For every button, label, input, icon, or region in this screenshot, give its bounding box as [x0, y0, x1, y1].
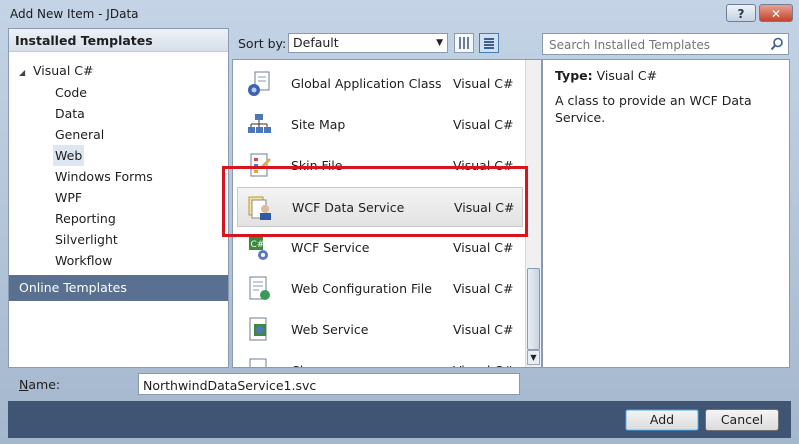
template-type: Visual C#	[453, 351, 514, 367]
tree-item-data[interactable]: Data	[55, 103, 85, 124]
type-line: Type: Visual C#	[555, 68, 657, 83]
list-view-button[interactable]	[479, 33, 499, 53]
search-box	[542, 33, 789, 56]
installed-templates-header[interactable]: Installed Templates	[9, 29, 228, 52]
tree-item-web[interactable]: Web	[53, 145, 85, 166]
template-name: Site Map	[291, 117, 346, 132]
tree-item-general[interactable]: General	[55, 124, 104, 145]
tree-item-workflow[interactable]: Workflow	[55, 250, 112, 271]
sort-value: Default	[293, 35, 339, 50]
selection-highlight-box	[222, 166, 528, 237]
template-name: Web Service	[291, 322, 369, 337]
name-input[interactable]	[139, 374, 515, 396]
tree-item-wpf[interactable]: WPF	[55, 187, 82, 208]
grid-view-icon	[459, 37, 469, 49]
template-type: Visual C#	[453, 76, 514, 91]
web-service-icon	[249, 317, 267, 341]
type-label: Type:	[555, 68, 593, 83]
chevron-down-icon: ▼	[436, 38, 443, 48]
type-value: Visual C#	[596, 68, 658, 83]
web-config-icon	[249, 276, 270, 300]
template-type: Visual C#	[453, 117, 514, 132]
add-button[interactable]: Add	[625, 409, 699, 431]
cancel-button[interactable]: Cancel	[705, 409, 779, 431]
wcf-service-icon: C#	[249, 236, 268, 260]
list-view-icon	[484, 37, 494, 49]
help-button[interactable]: ?	[726, 4, 756, 22]
scroll-thumb[interactable]	[527, 268, 540, 350]
template-row-global-application-class[interactable]: Global Application Class Visual C#	[237, 64, 523, 104]
template-details-panel: Type: Visual C# A class to provide an WC…	[542, 59, 790, 368]
name-field-box	[138, 373, 520, 396]
tree-item-reporting[interactable]: Reporting	[55, 208, 116, 229]
tree-root-visual-csharp[interactable]: ◢ Visual C#	[19, 63, 94, 78]
name-label-rest: ame:	[28, 377, 61, 392]
tree-root-label: Visual C#	[33, 63, 94, 78]
search-icon[interactable]	[770, 37, 784, 51]
class-icon	[249, 358, 267, 367]
template-row-site-map[interactable]: Site Map Visual C#	[237, 105, 523, 145]
template-type: Visual C#	[453, 322, 514, 337]
sort-toolbar: Sort by: Default ▼	[232, 30, 532, 58]
template-row-class[interactable]: Class Visual C#	[237, 351, 523, 367]
window-title: Add New Item - JData	[10, 7, 139, 21]
sort-dropdown[interactable]: Default ▼	[288, 33, 448, 53]
template-row-web-configuration-file[interactable]: Web Configuration File Visual C#	[237, 269, 523, 309]
scroll-down-arrow-icon[interactable]: ▼	[527, 350, 540, 365]
svg-text:C#: C#	[251, 240, 265, 250]
button-bar: Add Cancel	[8, 401, 791, 438]
template-name: Global Application Class	[291, 76, 442, 91]
name-accel-key: N	[19, 377, 29, 392]
title-bar: Add New Item - JData ? ✕	[0, 0, 799, 28]
dialog-window: Add New Item - JData ? ✕ Installed Templ…	[0, 0, 799, 444]
expand-arrow-icon[interactable]: ◢	[19, 68, 29, 77]
search-input[interactable]	[543, 34, 771, 56]
site-map-icon	[248, 114, 271, 133]
close-button[interactable]: ✕	[759, 4, 793, 22]
tree-item-code[interactable]: Code	[55, 82, 87, 103]
small-icons-view-button[interactable]	[454, 33, 474, 53]
sort-by-label: Sort by:	[238, 36, 287, 51]
tree-item-silverlight[interactable]: Silverlight	[55, 229, 118, 250]
template-type: Visual C#	[453, 281, 514, 296]
template-description: A class to provide an WCF Data Service.	[555, 93, 752, 125]
template-name: Class	[291, 351, 324, 367]
global-class-icon	[248, 71, 270, 96]
templates-tree-panel: Installed Templates ◢ Visual C# Code Data…	[8, 28, 229, 368]
tree-item-windows-forms[interactable]: Windows Forms	[55, 166, 153, 187]
online-templates-button[interactable]: Online Templates	[9, 275, 228, 301]
template-row-web-service[interactable]: Web Service Visual C#	[237, 310, 523, 350]
name-label: Name:	[19, 377, 60, 392]
template-name: Web Configuration File	[291, 281, 432, 296]
